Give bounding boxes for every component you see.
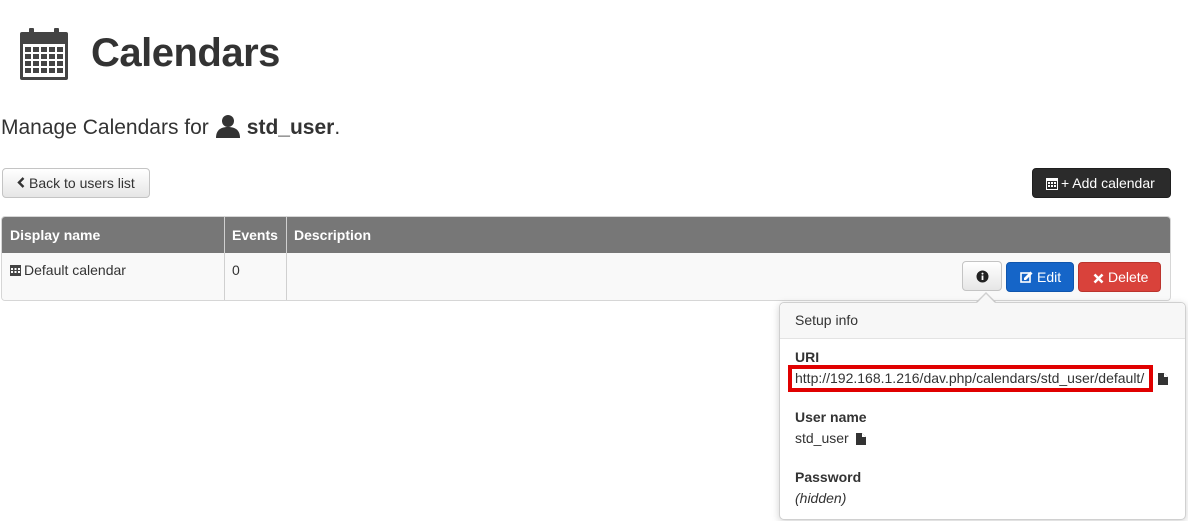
manage-prefix: Manage Calendars for — [1, 116, 209, 139]
delete-label: Delete — [1108, 269, 1149, 285]
password-label: Password — [795, 469, 862, 485]
back-to-users-button[interactable]: Back to users list — [2, 168, 150, 198]
calendar-name: Default calendar — [24, 262, 126, 278]
manage-suffix: . — [334, 116, 341, 139]
edit-button[interactable]: Edit — [1006, 262, 1074, 292]
password-value: (hidden) — [795, 490, 847, 506]
popover-title: Setup info — [780, 303, 1185, 339]
calendar-icon — [20, 28, 68, 80]
edit-icon — [1020, 271, 1033, 283]
delete-icon — [1093, 273, 1104, 284]
column-display-name[interactable]: Display name — [2, 217, 224, 253]
edit-label: Edit — [1037, 269, 1062, 285]
cell-description — [286, 253, 886, 300]
column-divider — [224, 217, 225, 300]
column-divider — [286, 217, 287, 300]
add-calendar-button[interactable]: + Add calendar — [1032, 168, 1171, 198]
username: std_user — [246, 116, 335, 139]
copy-icon[interactable] — [1158, 373, 1168, 385]
uri-label: URI — [795, 349, 820, 365]
add-calendar-label: + Add calendar — [1061, 175, 1155, 191]
username-label: User name — [795, 409, 867, 425]
table-header: Display name Events Description — [2, 217, 1170, 253]
calendar-icon — [10, 265, 21, 276]
manage-heading: Manage Calendars for std_user. — [1, 114, 340, 146]
chevron-left-icon — [17, 169, 25, 197]
popover-arrow-fill — [976, 294, 996, 304]
uri-value[interactable]: http://192.168.1.216/dav.php/calendars/s… — [795, 370, 1144, 386]
info-icon — [976, 270, 989, 283]
column-description[interactable]: Description — [286, 217, 1170, 253]
delete-button[interactable]: Delete — [1078, 262, 1161, 292]
column-events[interactable]: Events — [224, 217, 286, 253]
calendar-icon — [1046, 178, 1058, 190]
user-icon — [215, 114, 241, 146]
setup-info-popover: Setup info URI http://192.168.1.216/dav.… — [779, 302, 1186, 520]
username-value[interactable]: std_user — [795, 430, 849, 446]
setup-info-button[interactable] — [962, 261, 1002, 291]
cell-display-name: Default calendar — [2, 253, 224, 300]
back-button-label: Back to users list — [29, 175, 135, 191]
copy-icon[interactable] — [856, 433, 866, 445]
cell-events: 0 — [232, 262, 240, 278]
page-title: Calendars — [91, 31, 280, 75]
